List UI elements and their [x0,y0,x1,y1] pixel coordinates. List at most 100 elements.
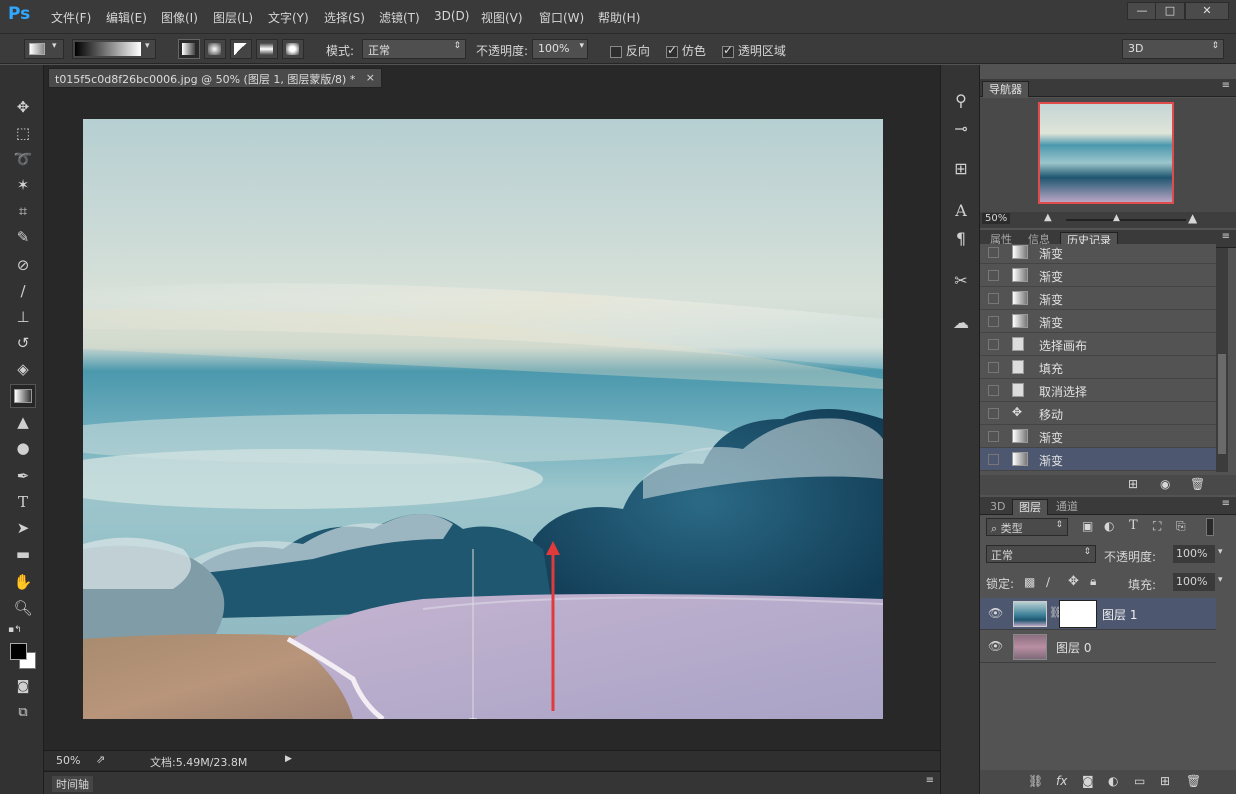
dither-checkbox[interactable]: 仿色 [666,42,706,62]
move-tool-icon[interactable]: ✥ [10,95,36,119]
history-item[interactable]: 渐变 [980,310,1216,333]
dodge-tool-icon[interactable]: ● [10,436,36,460]
zoom-out-icon[interactable]: ▲ [1044,212,1052,223]
add-mask-icon[interactable]: ◙ [1082,774,1094,788]
layer-name[interactable]: 图层 0 [1056,639,1091,656]
history-item[interactable]: ✥ 移动 [980,402,1216,425]
filter-shape-icon[interactable]: ⛶ [1153,519,1161,534]
clone-source-icon[interactable]: ⊞ [949,157,973,181]
new-document-from-state-icon[interactable]: ⊞ [1128,477,1138,491]
tab-navigator[interactable]: 导航器 [982,81,1029,97]
menu-select[interactable]: 选择(S) [324,9,365,26]
trash-icon[interactable]: 🗑︎ [1186,774,1201,788]
snapshot-icon[interactable]: ◉ [1160,477,1170,491]
history-brush-source-box[interactable] [988,385,999,396]
navigator-preview[interactable] [1038,102,1174,204]
type-tool-icon[interactable]: T [10,490,36,514]
menu-edit[interactable]: 编辑(E) [106,9,147,26]
lock-transparent-icon[interactable]: ▩ [1024,575,1035,589]
path-selection-tool-icon[interactable]: ➤ [10,516,36,540]
panel-menu-icon[interactable]: ≡ [1222,80,1230,91]
zoom-slider[interactable] [1066,219,1186,221]
history-item[interactable]: 渐变 [980,244,1216,264]
filter-smart-object-icon[interactable]: ⎘ [1176,519,1186,534]
zoom-in-icon[interactable]: ▲ [1188,211,1197,225]
layer-name[interactable]: 图层 1 [1102,606,1137,623]
fill-input[interactable]: 100% [1173,573,1215,591]
history-item[interactable]: 填充 [980,356,1216,379]
history-brush-source-box[interactable] [988,362,999,373]
crop-tool-icon[interactable]: ⌗ [10,199,36,223]
transparency-checkbox[interactable]: 透明区域 [722,42,786,62]
navigator-zoom[interactable]: 50% [982,213,1011,224]
history-brush-source-box[interactable] [988,247,999,258]
filter-toggle[interactable] [1206,518,1214,536]
default-colors-icon[interactable]: ▪↰ [8,625,22,635]
history-brush-source-box[interactable] [988,339,999,350]
rectangle-tool-icon[interactable]: ▬ [10,542,36,566]
close-window-button[interactable]: ✕ [1185,2,1229,20]
tool-preset-picker[interactable]: ▾ [24,39,64,59]
history-item[interactable]: 渐变 [980,264,1216,287]
gradient-tool-icon[interactable] [10,384,36,408]
blend-mode-select[interactable]: 正常 ⇕ [986,545,1096,563]
reverse-checkbox[interactable]: 反向 [610,42,650,62]
eye-icon[interactable]: 👁︎ [988,606,1003,620]
new-group-icon[interactable]: ▭ [1134,774,1145,788]
blur-tool-icon[interactable]: ▲ [10,410,36,434]
healing-brush-tool-icon[interactable]: ⊘ [10,253,36,277]
layer-mask-thumbnail[interactable] [1059,600,1097,628]
history-item[interactable]: 渐变 [980,425,1216,448]
radial-gradient-button[interactable] [204,39,226,59]
menu-layer[interactable]: 图层(L) [213,9,253,26]
tab-channels[interactable]: 通道 [1050,499,1084,515]
magic-wand-tool-icon[interactable]: ✶ [10,173,36,197]
restore-button[interactable]: □ [1155,2,1185,20]
lock-all-icon[interactable]: 🔒︎ [1090,574,1096,589]
filter-type-icon[interactable]: T [1129,518,1138,533]
tools-scissors-icon[interactable]: ✂ [949,269,973,293]
zoom-tool-icon[interactable]: 🔍︎ [10,596,36,620]
zoom-slider-handle[interactable]: ▲ [1113,213,1120,223]
adjustment-layer-icon[interactable]: ◐ [1108,774,1118,788]
export-icon[interactable]: ⇗ [96,753,105,766]
tab-3d[interactable]: 3D [984,499,1011,515]
chevron-down-icon[interactable]: ▾ [1218,547,1223,557]
document-tab[interactable]: t015f5c0d8f26bc0006.jpg @ 50% (图层 1, 图层蒙… [48,68,382,88]
close-tab-icon[interactable]: × [366,71,375,84]
menu-file[interactable]: 文件(F) [51,9,91,26]
history-brush-source-box[interactable] [988,293,999,304]
zoom-readout[interactable]: 50% [56,754,80,767]
menu-filter[interactable]: 滤镜(T) [379,9,420,26]
paragraph-icon[interactable]: ¶ [949,227,973,251]
panel-menu-icon[interactable]: ≡ [1222,498,1230,509]
tab-layers[interactable]: 图层 [1012,499,1048,515]
eraser-tool-icon[interactable]: ◈ [10,357,36,381]
layer-opacity-input[interactable]: 100% [1173,545,1215,563]
trash-icon[interactable]: 🗑︎ [1190,477,1205,491]
history-brush-tool-icon[interactable]: ↺ [10,331,36,355]
eyedropper-tool-icon[interactable]: ✎ [10,225,36,249]
history-brush-source-box[interactable] [988,270,999,281]
menu-help[interactable]: 帮助(H) [598,9,640,26]
history-item[interactable]: 取消选择 [980,379,1216,402]
history-scrollbar[interactable] [1216,248,1228,472]
clone-stamp-tool-icon[interactable]: ⊥ [10,305,36,329]
history-item[interactable]: 渐变 [980,287,1216,310]
quick-mask-icon[interactable]: ◙ [10,675,36,699]
new-layer-icon[interactable]: ⊞ [1160,774,1170,788]
fx-icon[interactable]: fx [1056,774,1067,788]
filter-pixel-icon[interactable]: ▣ [1082,519,1093,533]
menu-window[interactable]: 窗口(W) [539,9,584,26]
lock-position-icon[interactable]: ✥ [1068,574,1079,589]
brush-presets-icon[interactable]: ⚲ [949,89,973,113]
menu-view[interactable]: 视图(V) [481,9,523,26]
character-icon[interactable]: A [949,199,973,223]
brush-icon[interactable]: ⊸ [949,117,973,141]
status-menu-arrow-icon[interactable]: ▶ [285,754,292,764]
history-brush-source-box[interactable] [988,431,999,442]
menu-type[interactable]: 文字(Y) [268,9,309,26]
workspace-select[interactable]: 3D ⇕ [1122,39,1224,59]
history-brush-source-box[interactable] [988,454,999,465]
eye-icon[interactable]: 👁︎ [988,639,1003,653]
